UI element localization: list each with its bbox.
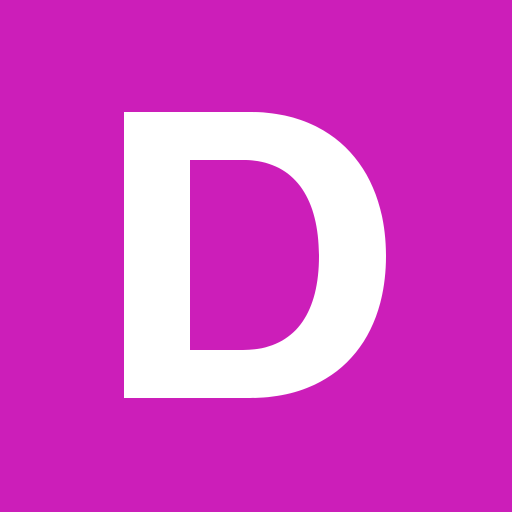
avatar-letter-graphic: D — [124, 112, 386, 398]
avatar-letter: D — [256, 255, 257, 257]
letter-avatar: D — [0, 0, 512, 512]
letter-d-shape — [124, 112, 386, 398]
